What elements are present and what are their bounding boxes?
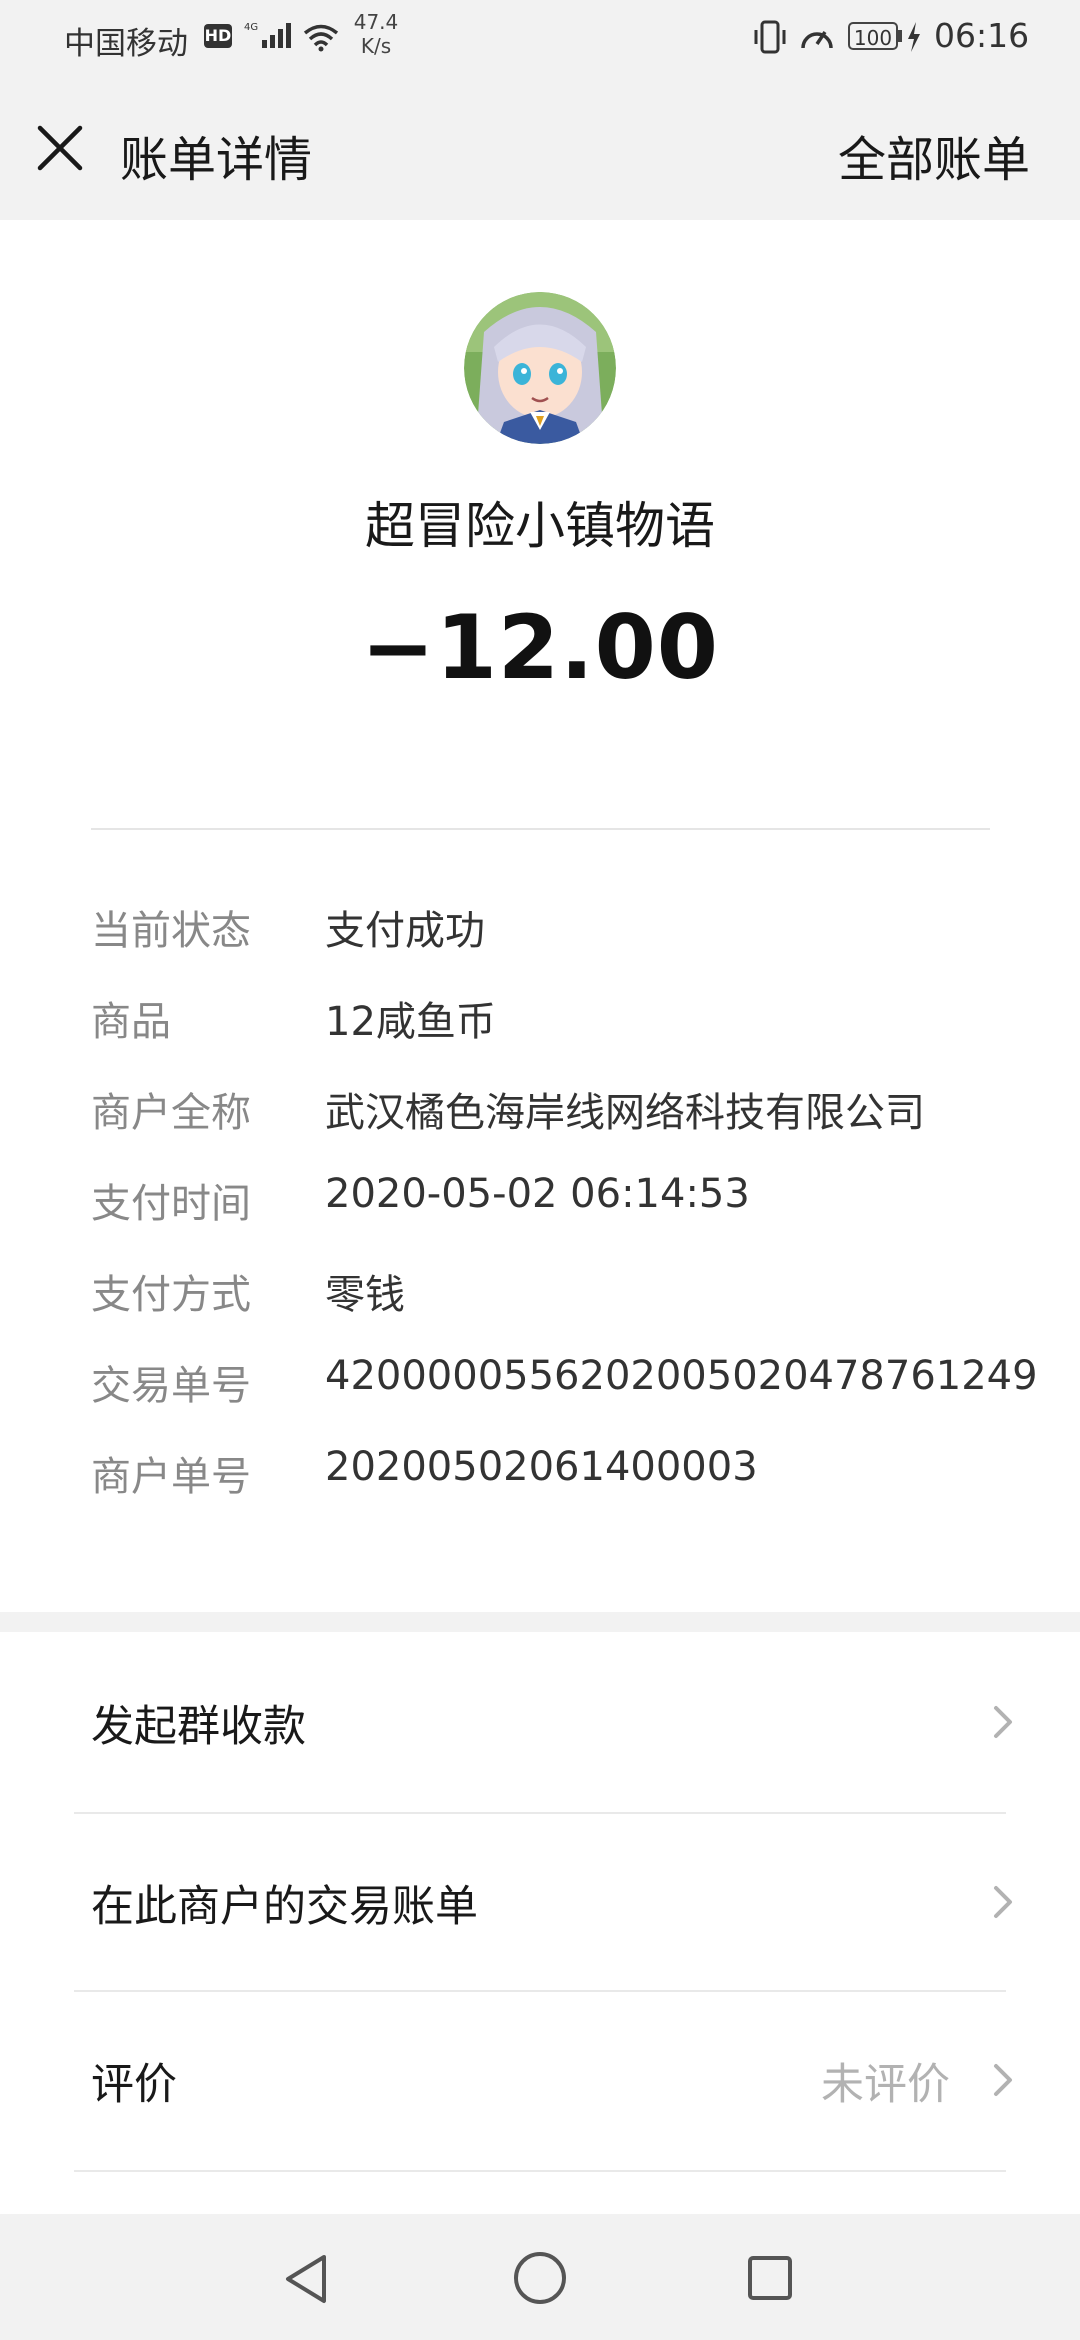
signal-icon: 4G <box>244 20 294 54</box>
close-button[interactable] <box>24 112 96 184</box>
divider <box>91 828 990 830</box>
detail-value: 4200000556202005020478761249 <box>325 1353 1038 1399</box>
speed-gauge-icon <box>798 20 836 58</box>
transaction-details: 当前状态 支付成功 商品 12咸鱼币 商户全称 武汉橘色海岸线网络科技有限公司 … <box>91 882 1038 1519</box>
vibrate-icon <box>752 20 788 58</box>
speed-value: 47.4 <box>353 10 399 34</box>
detail-value: 零钱 <box>325 1272 405 1318</box>
all-bills-link[interactable]: 全部账单 <box>838 120 1030 190</box>
detail-row-pay-method: 支付方式 零钱 <box>91 1246 1011 1337</box>
group-collect-button[interactable]: 发起群收款 <box>0 1632 1080 1810</box>
back-triangle-icon[interactable] <box>282 2252 332 2306</box>
payment-amount: −12.00 <box>360 596 720 699</box>
status-bar: 中国移动 HD 4G 47.4 K/s 100 06:16 <box>0 0 1080 76</box>
page-title: 账单详情 <box>120 132 313 188</box>
detail-value: 12咸鱼币 <box>325 999 496 1045</box>
action-label: 评价 <box>91 2060 177 2110</box>
rate-button[interactable]: 评价 未评价 <box>0 1990 1080 2168</box>
system-nav-bar <box>0 2214 1080 2340</box>
detail-row-product: 商品 12咸鱼币 <box>91 973 1011 1064</box>
merchant-bills-button[interactable]: 在此商户的交易账单 <box>0 1812 1080 1990</box>
close-icon <box>37 125 83 171</box>
detail-label: 交易单号 <box>91 1363 251 1409</box>
detail-row-pay-time: 支付时间 2020-05-02 06:14:53 <box>91 1155 1011 1246</box>
chevron-right-icon <box>994 1706 1012 1738</box>
battery-tip <box>898 30 902 42</box>
section-gap <box>0 1612 1080 1632</box>
detail-value: 2020-05-02 06:14:53 <box>325 1171 750 1217</box>
clock: 06:16 <box>934 16 1030 55</box>
detail-row-status: 当前状态 支付成功 <box>91 882 1011 973</box>
speed-unit: K/s <box>360 34 392 58</box>
merchant-avatar <box>464 292 616 444</box>
rating-status: 未评价 <box>821 2060 950 2110</box>
home-circle-icon[interactable] <box>512 2250 568 2306</box>
detail-label: 商品 <box>91 999 171 1045</box>
network-type: 4G <box>244 22 258 33</box>
detail-value: 武汉橘色海岸线网络科技有限公司 <box>325 1090 925 1136</box>
detail-label: 支付方式 <box>91 1272 251 1318</box>
detail-label: 当前状态 <box>91 908 251 954</box>
action-label: 发起群收款 <box>91 1702 306 1752</box>
chevron-right-icon <box>994 1886 1012 1918</box>
action-label: 在此商户的交易账单 <box>91 1882 478 1932</box>
detail-row-transaction-id: 交易单号 4200000556202005020478761249 <box>91 1337 1038 1428</box>
detail-row-merchant-order-id: 商户单号 20200502061400003 <box>91 1428 1011 1519</box>
hd-badge: HD <box>204 24 232 48</box>
wifi-icon <box>302 22 340 56</box>
detail-row-merchant-fullname: 商户全称 武汉橘色海岸线网络科技有限公司 <box>91 1064 1011 1155</box>
recent-square-icon[interactable] <box>746 2254 794 2302</box>
detail-label: 商户全称 <box>91 1090 251 1136</box>
detail-label: 商户单号 <box>91 1454 251 1500</box>
battery-icon: 100 <box>848 22 898 50</box>
merchant-name: 超冒险小镇物语 <box>365 497 715 555</box>
detail-label: 支付时间 <box>91 1181 251 1227</box>
divider <box>74 2170 1006 2172</box>
chevron-right-icon <box>994 2064 1012 2096</box>
network-speed: 47.4 K/s <box>348 10 404 58</box>
top-bar: 账单详情 全部账单 <box>0 76 1080 220</box>
carrier-label: 中国移动 <box>64 26 188 62</box>
detail-value: 20200502061400003 <box>325 1444 758 1490</box>
charging-icon <box>906 22 922 56</box>
detail-value: 支付成功 <box>325 908 485 954</box>
